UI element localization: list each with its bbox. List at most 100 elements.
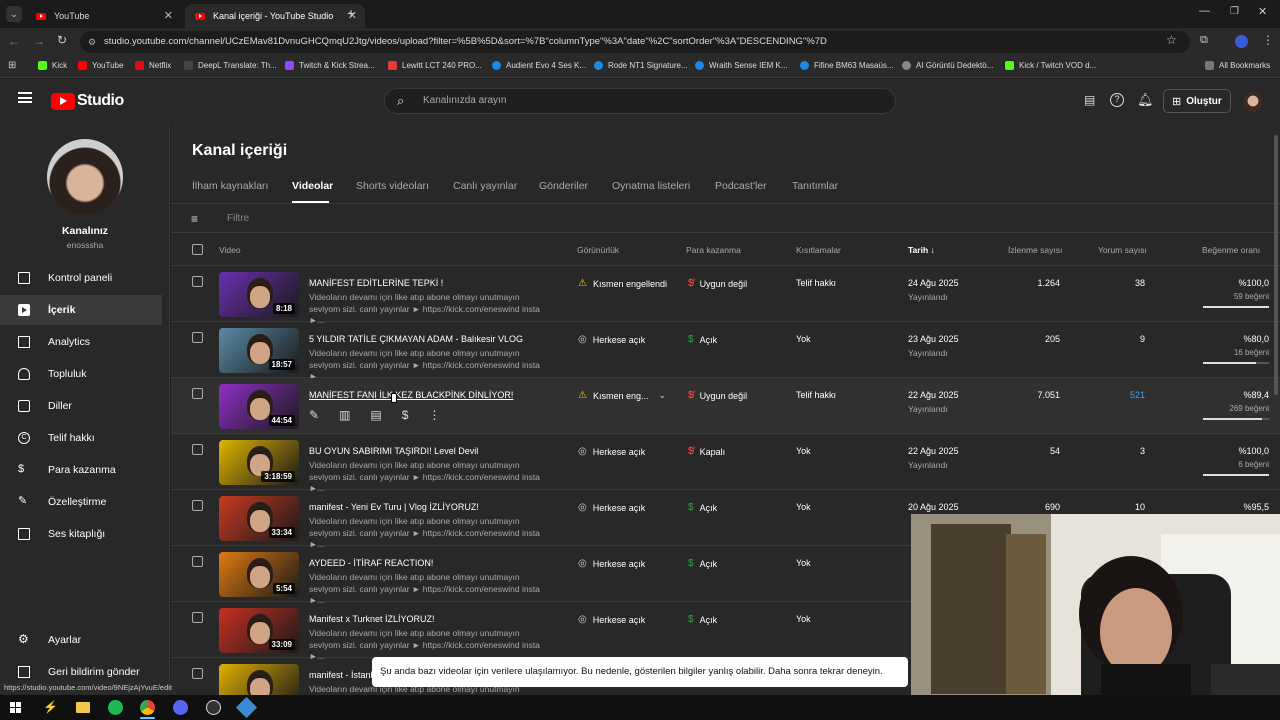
file-explorer-icon[interactable]: [76, 702, 90, 713]
bookmark-twitch-kick[interactable]: Twitch & Kick Strea...: [285, 61, 375, 70]
app-red-icon[interactable]: ⚡: [43, 700, 58, 714]
select-all-checkbox[interactable]: [192, 244, 203, 255]
channel-search-input[interactable]: ⌕ Kanalınızda arayın: [384, 88, 896, 114]
reload-icon[interactable]: ↻: [57, 33, 67, 47]
monetization-cell[interactable]: $ Açık: [688, 334, 717, 345]
sidebar-item-settings[interactable]: ⚙ Ayarlar: [0, 625, 162, 655]
bookmark-rode[interactable]: Rode NT1 Signature...: [594, 61, 688, 70]
app-blue-icon[interactable]: [235, 696, 258, 719]
comments-cell[interactable]: 3: [1140, 446, 1145, 456]
bookmark-netflix[interactable]: Netflix: [135, 61, 171, 70]
video-thumbnail[interactable]: 33:09: [219, 608, 299, 653]
visibility-cell[interactable]: ◎ Herkese açık: [578, 558, 645, 569]
bookmark-kick-vod[interactable]: Kick / Twitch VOD d...: [1005, 61, 1096, 70]
video-title[interactable]: Manifest x Turknet İZLİYORUZ!: [309, 614, 435, 624]
restore-window-icon[interactable]: ❐: [1230, 6, 1239, 17]
main-scrollbar[interactable]: [1274, 135, 1278, 395]
video-thumbnail[interactable]: [219, 664, 299, 695]
bookmark-lewitt[interactable]: Lewitt LCT 240 PRO...: [388, 61, 482, 70]
column-header-views[interactable]: İzlenme sayısı: [1008, 245, 1062, 255]
close-tab-icon[interactable]: ✕: [164, 9, 173, 22]
column-header-visibility[interactable]: Görünürlük: [577, 245, 619, 255]
sidebar-item-monetization[interactable]: $ Para kazanma: [0, 455, 162, 485]
monetization-icon[interactable]: $: [402, 408, 409, 422]
tab-videos[interactable]: Videolar: [292, 180, 333, 192]
monetization-cell[interactable]: $ Açık: [688, 614, 717, 625]
comments-cell[interactable]: 10: [1135, 502, 1145, 512]
close-window-icon[interactable]: ✕: [1258, 5, 1267, 18]
chrome-icon[interactable]: [140, 700, 155, 715]
video-row[interactable]: 44:54 MANİFEST FANI İLK KEZ BLACKPİNK Dİ…: [171, 378, 1280, 434]
restrictions-cell[interactable]: Yok: [796, 446, 811, 456]
all-bookmarks[interactable]: All Bookmarks: [1205, 61, 1270, 70]
bookmark-ai-detector[interactable]: AI Görüntü Dedektö...: [902, 61, 993, 70]
sidebar-item-customization[interactable]: ✎ Özelleştirme: [0, 487, 162, 517]
more-options-icon[interactable]: ⋮: [428, 408, 440, 422]
restrictions-cell[interactable]: Yok: [796, 558, 811, 568]
chevron-down-icon[interactable]: ⌄: [659, 390, 667, 401]
bookmark-youtube[interactable]: YouTube: [78, 61, 123, 70]
tab-search-button[interactable]: ⌄: [6, 6, 22, 22]
video-thumbnail[interactable]: 18:57: [219, 328, 299, 373]
sidebar-item-languages[interactable]: Diller: [0, 391, 162, 421]
comments-icon[interactable]: ▤: [370, 408, 381, 422]
sidebar-item-copyright[interactable]: C Telif hakkı: [0, 423, 162, 453]
row-checkbox[interactable]: [192, 612, 203, 623]
video-thumbnail[interactable]: 44:54: [219, 384, 299, 429]
comments-cell[interactable]: 9: [1140, 334, 1145, 344]
tab-promotions[interactable]: Tanıtımlar: [792, 180, 838, 192]
visibility-cell[interactable]: ◎ Herkese açık: [578, 502, 645, 513]
address-bar[interactable]: ⚙ studio.youtube.com/channel/UCzEMav81Dv…: [80, 31, 1190, 53]
sidebar-item-analytics[interactable]: Analytics: [0, 327, 162, 357]
bookmark-star-icon[interactable]: ☆: [1166, 33, 1177, 47]
video-title[interactable]: manifest - İstanb: [309, 670, 376, 680]
restrictions-cell[interactable]: Yok: [796, 334, 811, 344]
column-header-monetization[interactable]: Para kazanma: [686, 245, 741, 255]
video-title[interactable]: BU OYUN SABIRIMI TAŞIRDI! Level Devil: [309, 446, 478, 456]
edit-details-icon[interactable]: ✎: [309, 408, 319, 422]
visibility-cell[interactable]: ◎ Herkese açık: [578, 446, 645, 457]
new-tab-button[interactable]: +: [347, 5, 355, 21]
filter-input[interactable]: Filtre: [227, 213, 249, 224]
monetization-cell[interactable]: $ Açık: [688, 502, 717, 513]
extensions-icon[interactable]: ⧉: [1200, 34, 1208, 47]
restrictions-cell[interactable]: Telif hakkı: [796, 390, 836, 400]
video-row[interactable]: 3:18:59 BU OYUN SABIRIMI TAŞIRDI! Level …: [171, 434, 1280, 493]
video-title[interactable]: MANİFEST FANI İLK KEZ BLACKPİNK DİNLİYOR…: [309, 390, 513, 400]
row-checkbox[interactable]: [192, 500, 203, 511]
sidebar-item-dashboard[interactable]: Kontrol paneli: [0, 263, 162, 293]
visibility-cell[interactable]: ◎ Herkese açık: [578, 334, 645, 345]
notifications-bell-icon[interactable]: 🔔︎: [1137, 92, 1154, 108]
hamburger-menu-icon[interactable]: [18, 92, 32, 103]
bookmark-deepl[interactable]: DeepL Translate: Th...: [184, 61, 277, 70]
comments-cell[interactable]: 38: [1135, 278, 1145, 288]
create-button[interactable]: ⊞ Oluştur: [1163, 89, 1231, 113]
tab-playlists[interactable]: Oynatma listeleri: [612, 180, 690, 192]
column-header-restrictions[interactable]: Kısıtlamalar: [796, 245, 841, 255]
channel-avatar[interactable]: [47, 139, 123, 215]
tab-youtube[interactable]: YouTube ✕: [26, 4, 181, 28]
video-title[interactable]: AYDEED - İTİRAF REACTION!: [309, 558, 433, 568]
account-avatar[interactable]: [1243, 92, 1263, 112]
row-checkbox[interactable]: [192, 668, 203, 679]
forward-icon[interactable]: →: [33, 34, 45, 48]
video-thumbnail[interactable]: 8:18: [219, 272, 299, 317]
video-title[interactable]: 5 YILDIR TATİLE ÇIKMAYAN ADAM - Balıkesi…: [309, 334, 523, 344]
video-title[interactable]: MANİFEST EDİTLERİNE TEPKİ !: [309, 278, 443, 288]
bookmark-kick[interactable]: Kick: [38, 61, 67, 70]
video-row[interactable]: 18:57 5 YILDIR TATİLE ÇIKMAYAN ADAM - Ba…: [171, 322, 1280, 381]
comments-cell[interactable]: 521: [1130, 390, 1145, 400]
video-title[interactable]: manifest - Yeni Ev Turu | Vlog İZLİYORUZ…: [309, 502, 479, 512]
visibility-cell[interactable]: ⚠ Kısmen engellendi: [578, 278, 667, 289]
restrictions-cell[interactable]: Telif hakkı: [796, 278, 836, 288]
tab-podcasts[interactable]: Podcast'ler: [715, 180, 767, 192]
row-checkbox[interactable]: [192, 388, 203, 399]
row-checkbox[interactable]: [192, 276, 203, 287]
sidebar-item-audio-library[interactable]: Ses kitaplığı: [0, 519, 162, 549]
video-row[interactable]: 8:18 MANİFEST EDİTLERİNE TEPKİ ! Videolar…: [171, 266, 1280, 325]
tab-inspiration[interactable]: İlham kaynakları: [192, 180, 268, 192]
video-thumbnail[interactable]: 3:18:59: [219, 440, 299, 485]
visibility-cell[interactable]: ◎ Herkese açık: [578, 614, 645, 625]
restrictions-cell[interactable]: Yok: [796, 502, 811, 512]
bookmark-fifine[interactable]: Fifine BM63 Masaüs...: [800, 61, 894, 70]
